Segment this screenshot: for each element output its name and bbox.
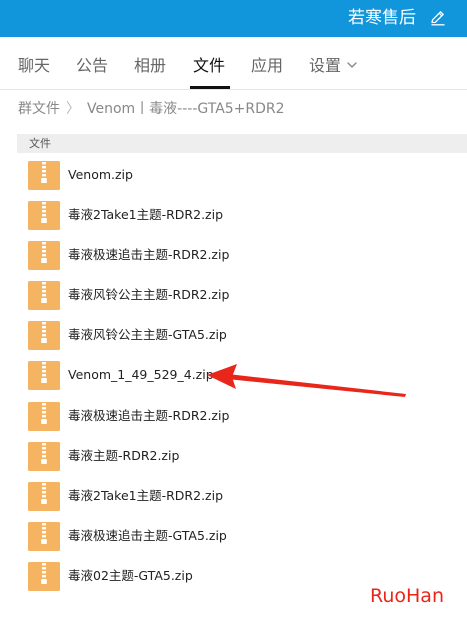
tab-chat[interactable]: 聊天: [18, 55, 50, 77]
zip-file-icon: [28, 361, 60, 391]
file-name: 毒液风铃公主主题-GTA5.zip: [68, 327, 227, 343]
breadcrumb-root[interactable]: 群文件: [18, 101, 60, 117]
file-name: Venom.zip: [68, 167, 133, 182]
file-row[interactable]: 毒液极速追击主题-RDR2.zip: [17, 235, 467, 275]
tab-settings[interactable]: 设置: [309, 55, 341, 77]
tab-bar: 聊天 公告 相册 文件 应用 设置: [0, 37, 467, 90]
file-row[interactable]: 毒液风铃公主主题-RDR2.zip: [17, 275, 467, 315]
file-row[interactable]: 毒液极速追击主题-GTA5.zip: [17, 516, 467, 556]
tab-files[interactable]: 文件: [193, 55, 225, 77]
breadcrumb-separator: 〉: [66, 101, 80, 117]
title-bar: 若寒售后: [0, 0, 467, 37]
file-row[interactable]: 毒液2Take1主题-RDR2.zip: [17, 195, 467, 235]
file-row[interactable]: 毒液主题-RDR2.zip: [17, 436, 467, 476]
chevron-down-icon[interactable]: [346, 59, 358, 71]
file-list: Venom.zip 毒液2Take1主题-RDR2.zip 毒液极速追击主题-R…: [17, 155, 467, 596]
zip-file-icon: [28, 281, 60, 311]
file-name: 毒液2Take1主题-RDR2.zip: [68, 207, 224, 223]
file-name: 毒液极速追击主题-RDR2.zip: [68, 247, 230, 263]
breadcrumb-current-folder: Venom丨毒液----GTA5+RDR2: [87, 101, 285, 117]
zip-file-icon: [28, 201, 60, 231]
file-row[interactable]: 毒液极速追击主题-RDR2.zip: [17, 396, 467, 436]
tab-apps[interactable]: 应用: [251, 55, 283, 77]
tab-announcements[interactable]: 公告: [76, 55, 108, 77]
file-list-header: 文件: [17, 134, 467, 153]
file-row[interactable]: 毒液风铃公主主题-GTA5.zip: [17, 315, 467, 355]
group-name: 若寒售后: [348, 8, 416, 28]
file-row[interactable]: Venom.zip: [17, 155, 467, 195]
watermark-text: RuoHan: [370, 585, 444, 607]
file-column-header: 文件: [29, 137, 51, 150]
file-row[interactable]: Venom_1_49_529_4.zip: [17, 355, 467, 395]
file-name: 毒液极速追击主题-RDR2.zip: [68, 407, 230, 423]
zip-file-icon: [28, 561, 60, 591]
zip-file-icon: [28, 321, 60, 351]
file-row[interactable]: 毒液2Take1主题-RDR2.zip: [17, 476, 467, 516]
file-name: 毒液主题-RDR2.zip: [68, 447, 180, 463]
breadcrumb: 群文件〉 Venom丨毒液----GTA5+RDR2: [18, 99, 285, 119]
zip-file-icon: [28, 241, 60, 271]
active-tab-indicator: [190, 86, 230, 89]
zip-file-icon: [28, 521, 60, 551]
file-name: 毒液2Take1主题-RDR2.zip: [68, 487, 224, 503]
edit-icon[interactable]: [429, 9, 447, 27]
tab-albums[interactable]: 相册: [134, 55, 166, 77]
zip-file-icon: [28, 481, 60, 511]
zip-file-icon: [28, 401, 60, 431]
file-name: Venom_1_49_529_4.zip: [68, 367, 214, 383]
file-name: 毒液风铃公主主题-RDR2.zip: [68, 287, 230, 303]
file-name: 毒液极速追击主题-GTA5.zip: [68, 527, 227, 543]
zip-file-icon: [28, 161, 60, 190]
zip-file-icon: [28, 441, 60, 471]
file-name: 毒液02主题-GTA5.zip: [68, 567, 193, 583]
